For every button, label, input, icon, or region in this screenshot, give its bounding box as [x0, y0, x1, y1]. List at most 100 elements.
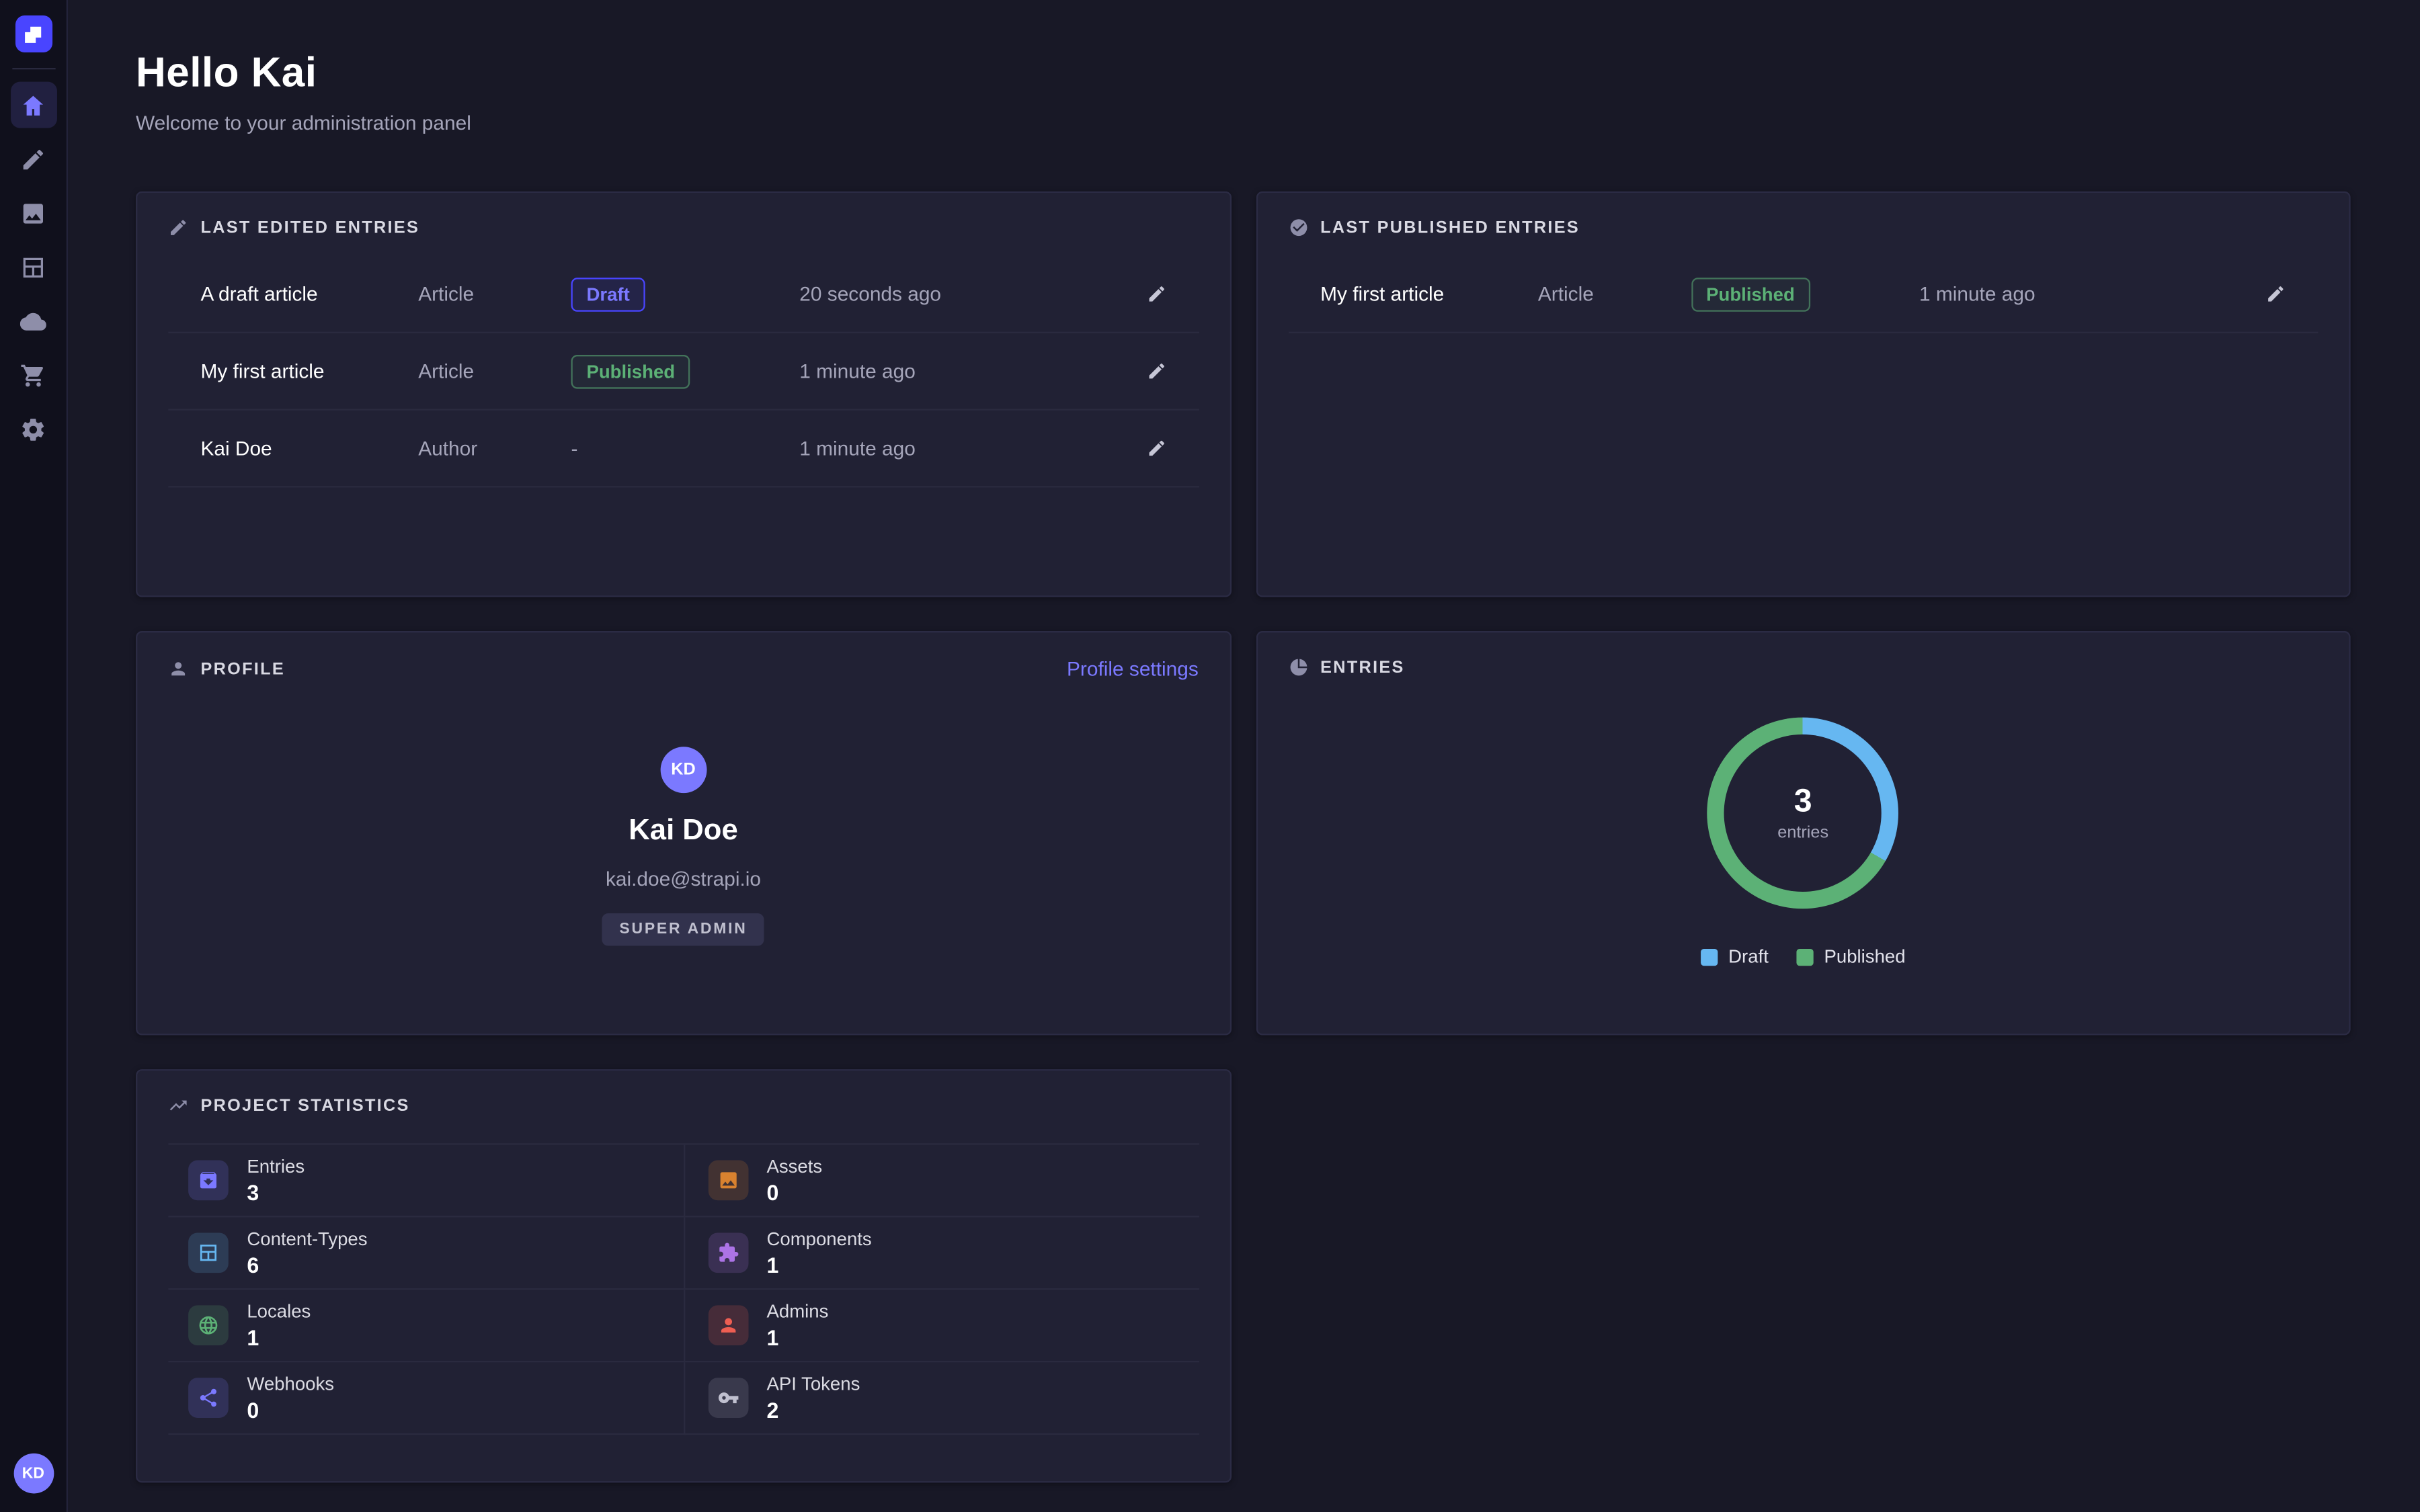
globe-icon: [198, 1314, 219, 1336]
last-edited-table: A draft article Article Draft 20 seconds…: [168, 256, 1199, 487]
pencil-icon: [1146, 438, 1166, 458]
entries-donut-chart: 3 entries: [1707, 718, 1899, 909]
stat-label: Components: [766, 1228, 871, 1250]
pencil-icon: [1146, 361, 1166, 381]
status-badge: Published: [1691, 277, 1810, 311]
pencil-icon: [2265, 284, 2286, 304]
box-icon: [198, 1169, 219, 1191]
empty-grid-cell: [1256, 1069, 2351, 1482]
layout-icon: [20, 254, 46, 280]
stat-value: 0: [766, 1180, 822, 1205]
entry-time: 20 seconds ago: [799, 282, 1132, 305]
home-icon: [20, 92, 46, 118]
stat-components: Components 1: [684, 1217, 1199, 1290]
sidebar-item-media-library[interactable]: [10, 190, 56, 236]
entries-total-label: entries: [1777, 824, 1828, 843]
layout-icon: [198, 1242, 219, 1263]
pencil-icon: [168, 218, 188, 238]
entries-card: ENTRIES 3 entries Draft: [1256, 631, 2351, 1036]
table-row: Kai Doe Author - 1 minute ago: [168, 411, 1199, 488]
card-title: ENTRIES: [1320, 658, 1405, 677]
status-badge: Published: [571, 354, 690, 388]
entry-name: My first article: [200, 360, 418, 382]
sidebar: KD: [0, 0, 68, 1512]
edit-entry-button[interactable]: [2252, 284, 2286, 304]
stat-webhooks: Webhooks0: [168, 1362, 683, 1435]
main-content: Hello Kai Welcome to your administration…: [68, 0, 2420, 1512]
entry-time: 1 minute ago: [799, 437, 1132, 460]
last-published-table: My first article Article Published 1 min…: [1288, 256, 2318, 333]
stat-label: Content-Types: [247, 1228, 367, 1250]
entry-time: 1 minute ago: [799, 360, 1132, 382]
stat-entries: Entries3: [168, 1145, 683, 1218]
image-icon: [717, 1169, 739, 1191]
entries-total: 3: [1794, 784, 1812, 821]
project-statistics-card: PROJECT STATISTICS Entries3 Assets0 Cont…: [136, 1069, 1231, 1482]
sidebar-item-content-manager[interactable]: [10, 136, 56, 182]
strapi-logo[interactable]: [15, 15, 52, 52]
stat-value: 6: [247, 1253, 367, 1277]
profile-settings-link[interactable]: Profile settings: [1067, 657, 1199, 680]
pencil-icon: [1146, 284, 1166, 304]
table-row: My first article Article Published 1 min…: [168, 333, 1199, 411]
sidebar-item-home[interactable]: [10, 82, 56, 128]
legend-swatch-published: [1796, 948, 1813, 965]
image-icon: [20, 200, 46, 226]
profile-card: PROFILE Profile settings KD Kai Doe kai.…: [136, 631, 1231, 1036]
last-published-entries-card: LAST PUBLISHED ENTRIES My first article …: [1256, 192, 2351, 597]
entry-name: My first article: [1320, 282, 1538, 305]
entry-name: A draft article: [200, 282, 418, 305]
user-icon: [717, 1314, 739, 1336]
stat-label: Assets: [766, 1156, 822, 1177]
sidebar-item-marketplace[interactable]: [10, 351, 56, 398]
page-subtitle: Welcome to your administration panel: [136, 111, 2351, 134]
page-title: Hello Kai: [136, 49, 2351, 97]
check-circle-icon: [1288, 218, 1308, 238]
stat-admins: Admins1: [684, 1290, 1199, 1362]
table-row: My first article Article Published 1 min…: [1288, 256, 2318, 333]
user-avatar[interactable]: KD: [13, 1454, 54, 1494]
stat-content-types: Content-Types 6: [168, 1217, 683, 1290]
stats-grid: Entries3 Assets 0 Content-Types 6 Componen…: [168, 1143, 1199, 1435]
entry-type: Author: [418, 437, 571, 460]
entry-type: Article: [1538, 282, 1691, 305]
legend-item-published: Published: [1796, 946, 1905, 967]
status-badge: Draft: [571, 277, 645, 311]
stat-value: 1: [766, 1253, 871, 1277]
sidebar-divider: [11, 68, 54, 69]
table-row: A draft article Article Draft 20 seconds…: [168, 256, 1199, 333]
gear-icon: [20, 416, 46, 442]
last-edited-entries-card: LAST EDITED ENTRIES A draft article Arti…: [136, 192, 1231, 597]
sidebar-item-deployments[interactable]: [10, 298, 56, 344]
stat-label: API Tokens: [766, 1373, 860, 1394]
profile-name: Kai Doe: [629, 814, 737, 849]
page-header: Hello Kai Welcome to your administration…: [136, 49, 2351, 134]
entry-type: Article: [418, 360, 571, 382]
stat-value: 1: [247, 1325, 311, 1350]
trending-up-icon: [168, 1095, 188, 1116]
sidebar-item-settings[interactable]: [10, 406, 56, 452]
stat-value: 1: [766, 1325, 828, 1350]
status-empty: -: [571, 436, 577, 459]
entry-type: Article: [418, 282, 571, 305]
pencil-icon: [20, 146, 46, 172]
card-title: LAST PUBLISHED ENTRIES: [1320, 218, 1580, 237]
edit-entry-button[interactable]: [1132, 361, 1166, 381]
edit-entry-button[interactable]: [1132, 284, 1166, 304]
stat-label: Entries: [247, 1156, 305, 1177]
edit-entry-button[interactable]: [1132, 438, 1166, 458]
stat-value: 0: [247, 1398, 334, 1423]
webhook-icon: [198, 1387, 219, 1409]
user-icon: [168, 659, 188, 679]
stat-locales: Locales 1: [168, 1290, 683, 1362]
chart-legend: Draft Published: [1701, 946, 1906, 967]
legend-item-draft: Draft: [1701, 946, 1769, 967]
stat-label: Locales: [247, 1300, 311, 1322]
stat-api-tokens: API Tokens2: [684, 1362, 1199, 1435]
key-icon: [717, 1387, 739, 1409]
stat-assets: Assets 0: [684, 1145, 1199, 1218]
sidebar-item-content-type-builder[interactable]: [10, 244, 56, 290]
cart-icon: [20, 362, 46, 388]
card-title: LAST EDITED ENTRIES: [200, 218, 419, 237]
cloud-icon: [20, 308, 46, 334]
